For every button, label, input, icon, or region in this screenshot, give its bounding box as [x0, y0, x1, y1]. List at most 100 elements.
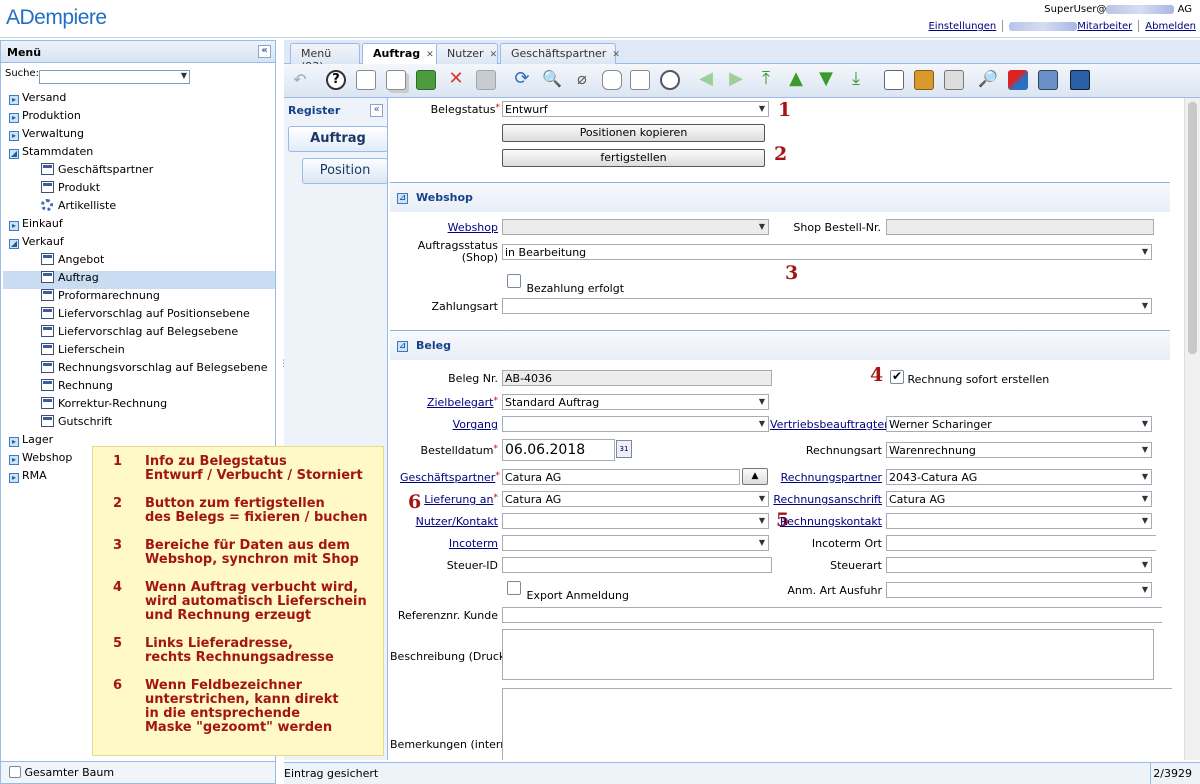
delete-selection-icon[interactable]	[416, 70, 436, 90]
export-type-select[interactable]: ▼	[886, 582, 1152, 598]
menu-item-rechnung[interactable]: Rechnung	[41, 377, 113, 395]
first-record-icon[interactable]: ⤒	[756, 70, 776, 90]
bill-partner-select[interactable]: 2043-Catura AG ▼	[886, 469, 1152, 485]
calendar-icon[interactable]: 31	[616, 440, 632, 458]
webshop-section-header[interactable]: ⊿ Webshop	[390, 182, 1170, 212]
description-textarea[interactable]	[502, 629, 1154, 680]
print-icon[interactable]	[944, 70, 964, 90]
menu-item-stammdaten[interactable]: ◢ Stammdaten	[9, 143, 93, 161]
save-icon[interactable]	[476, 70, 496, 90]
copy-record-icon[interactable]	[386, 70, 406, 90]
tab-auftrag[interactable]: Auftrag ✕	[362, 43, 438, 65]
attachment-icon[interactable]: ⌀	[572, 70, 592, 90]
copy-lines-button[interactable]: Positionen kopieren	[502, 124, 765, 142]
menu-item-liefervorschlag-auf-belegsebene[interactable]: Liefervorschlag auf Belegsebene	[41, 323, 238, 341]
menu-item-rma[interactable]: ▸ RMA	[9, 467, 47, 485]
menu-item-einkauf[interactable]: ▸ Einkauf	[9, 215, 63, 233]
register-tab-auftrag[interactable]: Auftrag	[288, 126, 388, 152]
menu-item-versand[interactable]: ▸ Versand	[9, 89, 66, 107]
menu-item-rechnungsvorschlag-auf-belegsebene[interactable]: Rechnungsvorschlag auf Belegsebene	[41, 359, 268, 377]
collapse-register-button[interactable]: «	[370, 104, 383, 117]
menu-item-gutschrift[interactable]: Gutschrift	[41, 413, 112, 431]
last-record-icon[interactable]: ⤓	[846, 70, 866, 90]
tax-id-field[interactable]	[502, 557, 772, 573]
tab-menu[interactable]: Menü (93)	[290, 43, 360, 73]
employee-link[interactable]: Mitarbeiter	[1077, 21, 1132, 32]
payment-done-checkbox[interactable]	[507, 274, 521, 288]
incoterm-label[interactable]: Incoterm	[400, 537, 498, 550]
menu-item-proformarechnung[interactable]: Proformarechnung	[41, 287, 160, 305]
close-icon[interactable]: ✕	[490, 50, 498, 60]
collapse-menu-button[interactable]: «	[258, 45, 271, 58]
menu-item-artikelliste[interactable]: Artikelliste	[41, 197, 116, 215]
splitter-handle[interactable]: ⋮	[279, 360, 288, 381]
shop-order-no-field[interactable]	[886, 219, 1154, 235]
tax-type-select[interactable]: ▼	[886, 557, 1152, 573]
help-icon[interactable]: ?	[326, 70, 346, 90]
menu-item-verkauf[interactable]: ◢ Verkauf	[9, 233, 64, 251]
vorgang-label[interactable]: Vorgang	[400, 418, 498, 431]
logout-link[interactable]: Abmelden	[1145, 21, 1196, 32]
vorgang-select[interactable]: ▼	[502, 416, 769, 432]
close-icon[interactable]: ✕	[612, 50, 620, 60]
business-partner-field[interactable]: Catura AG	[502, 469, 740, 485]
report-icon[interactable]	[884, 70, 904, 90]
export-declaration-checkbox[interactable]	[507, 581, 521, 595]
menu-item-webshop[interactable]: ▸ Webshop	[9, 449, 72, 467]
bill-partner-label[interactable]: Rechnungspartner	[770, 471, 882, 484]
remarks-textarea[interactable]	[502, 688, 1172, 760]
incoterm-select[interactable]: ▼	[502, 535, 769, 551]
webshop-label[interactable]: Webshop	[430, 221, 498, 234]
invoice-type-select[interactable]: Warenrechnung ▼	[886, 442, 1152, 458]
bpartner-lookup-icon[interactable]: ▲	[742, 468, 768, 485]
menu-item-liefervorschlag-auf-positionsebene[interactable]: Liefervorschlag auf Positionsebene	[41, 305, 250, 323]
document-no-field[interactable]: AB-4036	[502, 370, 772, 386]
webshop-select[interactable]: ▼	[502, 219, 769, 235]
target-doctype-select[interactable]: Standard Auftrag ▼	[502, 394, 769, 410]
search-input[interactable]: ▼	[39, 70, 190, 84]
menu-item-produkt[interactable]: Produkt	[41, 179, 100, 197]
refresh-icon[interactable]: ⟳	[512, 70, 532, 90]
menu-item-korrektur-rechnung[interactable]: Korrektur-Rechnung	[41, 395, 167, 413]
form-scrollbar[interactable]	[1184, 98, 1200, 760]
history-icon[interactable]	[660, 70, 680, 90]
target-doctype-label[interactable]: Zielbelegart*	[400, 396, 498, 409]
zoom-across-icon[interactable]: 🔎	[978, 70, 998, 90]
menu-item-angebot[interactable]: Angebot	[41, 251, 104, 269]
business-partner-label[interactable]: Geschäftspartner*	[400, 471, 500, 484]
beleg-section-header[interactable]: ⊿ Beleg	[390, 330, 1170, 360]
arrow-right-icon[interactable]: ▶	[726, 70, 746, 90]
end-icon[interactable]	[1070, 70, 1090, 90]
sales-rep-label[interactable]: Vertriebsbeauftragter*	[770, 418, 893, 431]
settings-link[interactable]: Einstellungen	[928, 21, 996, 32]
process-icon[interactable]	[1038, 70, 1058, 90]
next-record-icon[interactable]: ▼	[816, 70, 836, 90]
bill-address-label[interactable]: Rechnungsanschrift	[770, 493, 882, 506]
bill-contact-select[interactable]: ▼	[886, 513, 1152, 529]
delete-icon[interactable]: ✕	[446, 70, 466, 90]
menu-item-gesch-ftspartner[interactable]: Geschäftspartner	[41, 161, 153, 179]
bill-address-select[interactable]: Catura AG ▼	[886, 491, 1152, 507]
menu-item-verwaltung[interactable]: ▸ Verwaltung	[9, 125, 84, 143]
search-icon[interactable]: 🔍	[542, 70, 562, 90]
ship-to-select[interactable]: Catura AG ▼	[502, 491, 769, 507]
scrollbar-thumb[interactable]	[1188, 102, 1197, 354]
ship-to-label[interactable]: Lieferung an*	[400, 493, 498, 506]
workflow-icon[interactable]	[1008, 70, 1028, 90]
user-contact-select[interactable]: ▼	[502, 513, 769, 529]
archive-icon[interactable]	[914, 70, 934, 90]
incoterm-place-field[interactable]	[886, 535, 1156, 551]
tab-nutzer[interactable]: Nutzer ✕	[436, 43, 498, 64]
menu-item-produktion[interactable]: ▸ Produktion	[9, 107, 81, 125]
menu-item-auftrag[interactable]: Auftrag	[41, 269, 99, 287]
invoice-immediately-checkbox[interactable]: ✔	[890, 370, 904, 384]
complete-button[interactable]: fertigstellen	[502, 149, 765, 167]
order-status-shop-select[interactable]: in Bearbeitung ▼	[502, 244, 1152, 260]
close-icon[interactable]: ✕	[426, 50, 434, 60]
menu-item-lager[interactable]: ▸ Lager	[9, 431, 53, 449]
order-date-field[interactable]: 06.06.2018	[502, 439, 615, 461]
full-tree-checkbox[interactable]	[9, 766, 21, 778]
belegstatus-select[interactable]: Entwurf ▼	[502, 101, 769, 117]
user-contact-label[interactable]: Nutzer/Kontakt	[400, 515, 498, 528]
bill-contact-label[interactable]: Rechnungskontakt	[770, 515, 882, 528]
